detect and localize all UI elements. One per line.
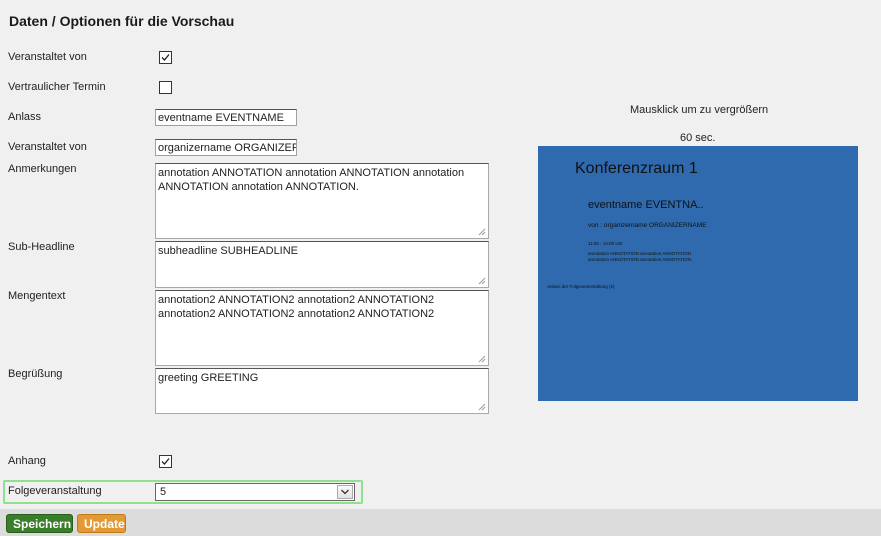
- resize-grip-icon[interactable]: [478, 355, 486, 363]
- update-button[interactable]: Update: [77, 514, 126, 533]
- vertraulicher-termin-checkbox[interactable]: [159, 81, 172, 94]
- mengentext-textarea[interactable]: annotation2 ANNOTATION2 annotation2 ANNO…: [155, 290, 489, 366]
- folgeveranstaltung-select[interactable]: 5: [155, 483, 355, 501]
- footer-bar: [0, 509, 881, 536]
- label-begruessung: Begrüßung: [8, 368, 63, 380]
- preview-room: Konferenzraum 1: [575, 160, 698, 177]
- resize-grip-icon[interactable]: [478, 277, 486, 285]
- begruessung-text: greeting GREETING: [158, 372, 259, 384]
- label-folgeveranstaltung: Folgeveranstaltung: [8, 485, 102, 497]
- label-sub-headline: Sub-Headline: [8, 241, 75, 253]
- resize-grip-icon[interactable]: [478, 403, 486, 411]
- veranstaltet-von-input[interactable]: organizername ORGANIZERNAME: [155, 139, 297, 156]
- preview-time: 11:00 - 14:00 Uhr: [588, 241, 623, 246]
- select-dropdown-button[interactable]: [337, 485, 353, 499]
- preview-organizer: von : organizername ORGANIZERNAME: [588, 222, 707, 229]
- preview-following: Anlass der Folgeveranstaltung (2): [547, 284, 615, 289]
- preview-timer: 60 sec.: [680, 132, 716, 144]
- label-veranstaltet-von: Veranstaltet von: [8, 141, 87, 153]
- label-vertraulicher-termin: Vertraulicher Termin: [8, 81, 106, 93]
- label-anlass: Anlass: [8, 111, 42, 123]
- begruessung-textarea[interactable]: greeting GREETING: [155, 368, 489, 414]
- sub-headline-textarea[interactable]: subheadline SUBHEADLINE: [155, 241, 489, 288]
- mengentext-text: annotation2 ANNOTATION2 annotation2 ANNO…: [158, 294, 435, 320]
- checkmark-icon: [161, 458, 170, 465]
- preview-annotation: annotation ANNOTATION annotation ANNOTAT…: [588, 251, 693, 262]
- anmerkungen-text: annotation ANNOTATION annotation ANNOTAT…: [158, 167, 465, 193]
- label-anmerkungen: Anmerkungen: [8, 163, 77, 175]
- preview-hint: Mausklick um zu vergrößern: [630, 104, 769, 116]
- label-anhang: Anhang: [8, 455, 46, 467]
- page-title: Daten / Optionen für die Vorschau: [9, 13, 235, 29]
- anlass-input[interactable]: eventname EVENTNAME: [155, 109, 297, 126]
- preview-image[interactable]: Konferenzraum 1 eventname EVENTNA.. von …: [538, 146, 858, 401]
- save-button[interactable]: Speichern: [6, 514, 73, 533]
- checkmark-icon: [161, 54, 170, 61]
- preview-event: eventname EVENTNA..: [588, 199, 704, 211]
- label-veranstaltet-von-checkbox: Veranstaltet von: [8, 51, 87, 63]
- folgeveranstaltung-value: 5: [160, 486, 167, 498]
- anhang-checkbox[interactable]: [159, 455, 172, 468]
- sub-headline-text: subheadline SUBHEADLINE: [158, 245, 299, 257]
- label-mengentext: Mengentext: [8, 290, 66, 302]
- resize-grip-icon[interactable]: [478, 228, 486, 236]
- anmerkungen-textarea[interactable]: annotation ANNOTATION annotation ANNOTAT…: [155, 163, 489, 239]
- chevron-down-icon: [341, 489, 349, 495]
- veranstaltet-von-checkbox[interactable]: [159, 51, 172, 64]
